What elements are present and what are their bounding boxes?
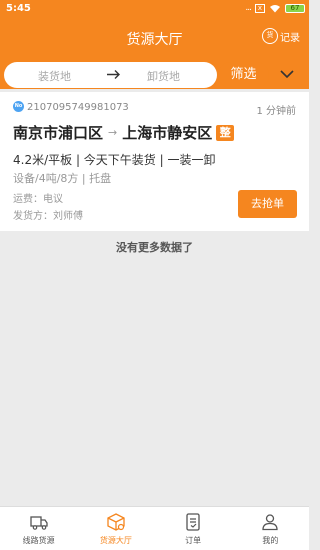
record-label: 记录 [280, 32, 300, 44]
to-place: 上海市静安区 [122, 124, 213, 142]
load-place-select[interactable]: 装货地 [38, 68, 71, 84]
route: 南京市浦口区 → 上海市静安区 整 [13, 122, 235, 143]
tab-route-cargo[interactable]: 线路货源 [0, 507, 77, 550]
record-icon: 货 [262, 28, 278, 44]
tab-label: 货源大厅 [99, 536, 132, 545]
notification-box-icon: x [255, 3, 265, 13]
tab-cargo-hall[interactable]: 货源大厅 [77, 507, 154, 550]
tab-bar: 线路货源 货源大厅 订单 我的 [0, 506, 309, 550]
number-badge-icon: No [13, 101, 24, 112]
post-time: 1 分钟前 [256, 106, 296, 117]
tab-label: 我的 [262, 536, 279, 545]
status-bar: 5:45 ... x 67 [0, 0, 309, 20]
chevron-down-icon[interactable] [279, 66, 295, 82]
no-more-data: 没有更多数据了 [116, 241, 193, 254]
cargo-card[interactable]: No 2107095749981073 1 分钟前 南京市浦口区 → 上海市静安… [0, 92, 309, 231]
freight-info: 运费：电议 [13, 194, 63, 205]
tab-mine[interactable]: 我的 [232, 507, 309, 550]
vehicle-spec: 4.2米/平板 | 今天下午装货 | 一装一卸 [13, 153, 216, 167]
order-icon [186, 513, 200, 531]
package-icon [107, 513, 125, 531]
from-place: 南京市浦口区 [13, 124, 104, 142]
cargo-detail: 设备/4吨/8方 | 托盘 [13, 172, 112, 185]
truck-icon [29, 516, 48, 530]
tab-label: 订单 [185, 536, 202, 545]
user-icon [262, 514, 279, 531]
status-time: 5:45 [6, 3, 31, 14]
arrow-right-icon [107, 70, 120, 79]
wifi-icon [270, 4, 280, 12]
battery-icon: 67 [285, 3, 305, 13]
route-filter: 装货地 卸货地 [4, 62, 217, 88]
route-arrow-icon: → [108, 126, 118, 139]
tab-orders[interactable]: 订单 [155, 507, 232, 550]
unload-place-select[interactable]: 卸货地 [147, 68, 180, 84]
grab-order-button[interactable]: 去抢单 [238, 190, 297, 218]
order-number: 2107095749981073 [27, 102, 129, 113]
filter-button[interactable]: 筛选 [218, 62, 269, 88]
shipper-info: 发货方：刘师傅 [13, 211, 83, 222]
tab-label: 线路货源 [22, 536, 55, 545]
full-load-badge: 整 [216, 124, 235, 141]
notification-dots-icon: ... [245, 3, 252, 13]
status-icons: ... x 67 [245, 3, 305, 13]
record-button[interactable]: 货 记录 [262, 28, 300, 44]
